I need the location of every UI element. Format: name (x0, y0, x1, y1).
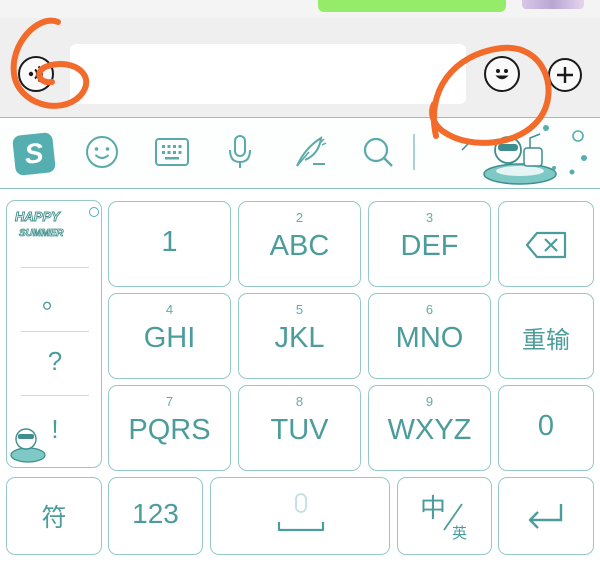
key-2-letters: ABC (269, 230, 330, 262)
enter-icon (528, 504, 563, 529)
smiley-icon (86, 136, 118, 168)
toolbar-keyboard-switch-button[interactable] (150, 130, 194, 174)
key-0-label: 0 (537, 410, 555, 442)
key-9-number: 9 (425, 394, 434, 409)
toolbar-handwriting-button[interactable] (288, 130, 332, 174)
key-1-label: 1 (161, 226, 178, 258)
more-functions-button[interactable] (548, 58, 582, 92)
symbol-key[interactable]: 符 (6, 477, 102, 555)
key-8-letters: TUV (270, 414, 329, 446)
theme-decoration (460, 120, 598, 186)
message-text-field[interactable] (70, 44, 466, 104)
search-icon (363, 137, 393, 167)
key-2-abc[interactable]: 2 ABC (238, 201, 361, 287)
key-4-number: 4 (165, 302, 174, 317)
key-7-letters: PQRS (128, 414, 211, 446)
enter-key[interactable] (498, 477, 594, 555)
reinput-label: 重输 (522, 326, 570, 354)
key-9-letters: WXYZ (387, 414, 472, 446)
key-5-number: 5 (295, 302, 304, 317)
microphone-icon (229, 135, 251, 168)
key-8-tuv[interactable]: 8 TUV (238, 385, 361, 471)
punctuation-panel: HAPPY SUMMER 。 ? ! (6, 200, 102, 468)
punct-key-question[interactable]: ? (21, 329, 89, 393)
key-8-number: 8 (295, 394, 304, 409)
toolbar-search-button[interactable] (356, 130, 400, 174)
backspace-icon (525, 231, 567, 259)
toolbar-divider (413, 134, 415, 170)
punctuation-separator (21, 395, 89, 396)
key-5-jkl[interactable]: 5 JKL (238, 293, 361, 379)
voice-wave-icon (28, 65, 43, 83)
key-3-letters: DEF (400, 230, 459, 262)
reinput-key[interactable]: 重输 (498, 293, 594, 379)
sticker-message-thumbnail (522, 0, 584, 9)
sogou-logo-letter: S (23, 137, 45, 170)
key-6-mno[interactable]: 6 MNO (368, 293, 491, 379)
keyboard-icon (155, 138, 189, 166)
numeric-key[interactable]: 123 (108, 477, 203, 555)
sent-message-bubble (318, 0, 506, 12)
smiley-icon (495, 69, 509, 80)
key-9-wxyz[interactable]: 9 WXYZ (368, 385, 491, 471)
message-area-edge (0, 0, 600, 18)
plus-circle-icon (557, 67, 573, 83)
happy-summer-text: HAPPY (15, 209, 61, 224)
key-7-number: 7 (165, 394, 174, 409)
key-5-letters: JKL (274, 322, 325, 354)
key-4-ghi[interactable]: 4 GHI (108, 293, 231, 379)
punct-key-period[interactable]: 。 (21, 265, 89, 329)
key-7-pqrs[interactable]: 7 PQRS (108, 385, 231, 471)
key-3-def[interactable]: 3 DEF (368, 201, 491, 287)
summer-character-sticker (9, 415, 47, 465)
decor-dot (89, 207, 99, 217)
happy-summer-sticker: HAPPY SUMMER (11, 205, 71, 243)
feather-pen-icon (296, 136, 327, 167)
key-3-number: 3 (425, 210, 434, 225)
backspace-key[interactable] (498, 201, 594, 287)
toolbar-voice-button[interactable] (218, 130, 262, 174)
key-6-letters: MNO (395, 322, 464, 354)
svg-text:SUMMER: SUMMER (19, 228, 64, 239)
key-2-number: 2 (295, 210, 304, 225)
emoji-panel-button[interactable] (484, 56, 520, 92)
language-switch-key[interactable]: 中 英 (397, 477, 492, 555)
key-4-letters: GHI (143, 322, 196, 354)
microphone-icon (277, 493, 325, 532)
key-6-number: 6 (425, 302, 434, 317)
sogou-logo-icon[interactable]: S (12, 132, 56, 176)
symbol-label: 符 (41, 503, 67, 532)
key-0[interactable]: 0 (498, 385, 594, 471)
numeric-label: 123 (132, 498, 179, 529)
space-key[interactable] (210, 477, 390, 555)
toolbar-emoji-button[interactable] (80, 130, 124, 174)
key-1[interactable]: 1 (108, 201, 231, 287)
language-english-label: 英 (452, 524, 468, 542)
voice-input-toggle-button[interactable] (18, 56, 54, 92)
